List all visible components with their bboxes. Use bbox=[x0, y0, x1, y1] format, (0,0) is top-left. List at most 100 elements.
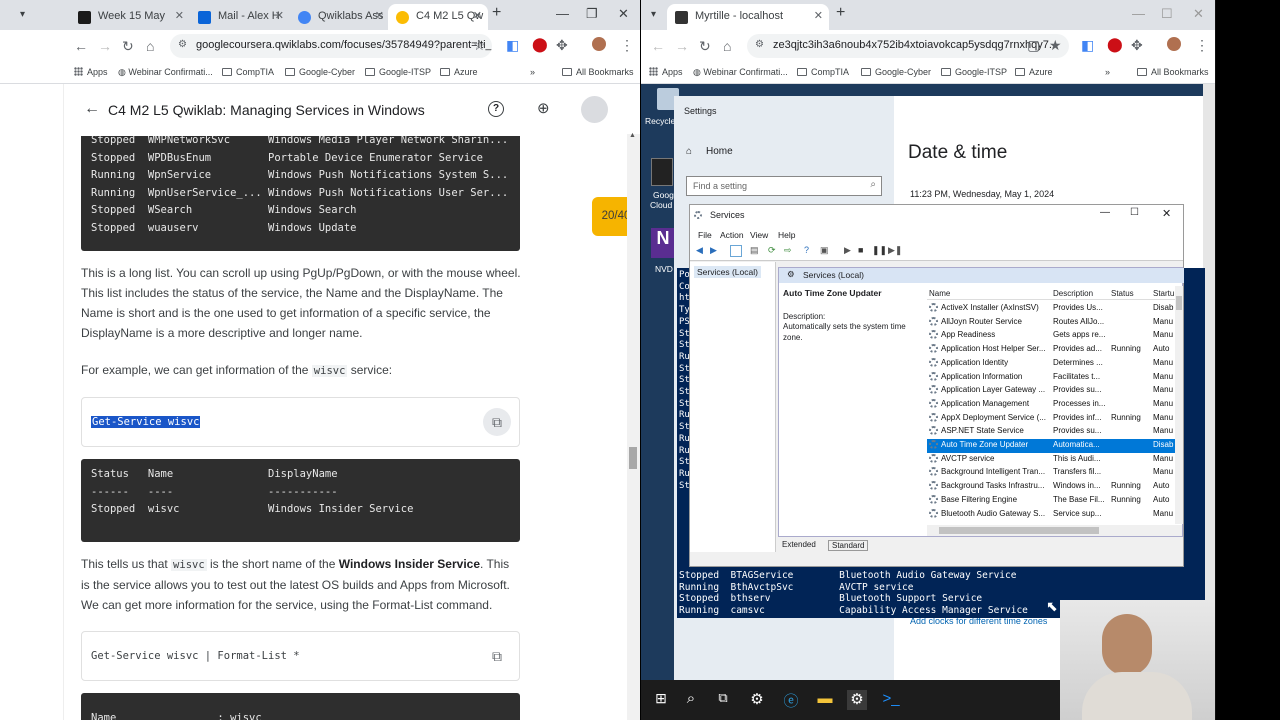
bookmark-star-icon[interactable]: ☆ bbox=[473, 37, 486, 54]
extensions-icon[interactable]: ✥ bbox=[556, 37, 568, 54]
site-info-icon[interactable]: ⚙ bbox=[178, 39, 187, 50]
reload-icon[interactable]: ↻ bbox=[699, 38, 711, 55]
more-bookmarks-icon[interactable]: » bbox=[1105, 67, 1110, 77]
menu-help[interactable]: Help bbox=[778, 230, 795, 240]
maximize-button[interactable]: ☐ bbox=[1161, 6, 1173, 22]
bookmark-comptia[interactable]: CompTIA bbox=[222, 67, 274, 77]
service-row[interactable]: Base Filtering Engine The Base Fil... Runn… bbox=[927, 494, 1182, 508]
bookmark-webinar[interactable]: ◍ Webinar Confirmati... bbox=[118, 67, 213, 78]
nvda-icon[interactable]: N bbox=[651, 228, 675, 258]
reload-icon[interactable]: ↻ bbox=[122, 38, 134, 55]
properties-icon[interactable]: ▤ bbox=[750, 245, 759, 256]
show-tree-icon[interactable] bbox=[730, 245, 742, 257]
tab-search-icon[interactable]: ▾ bbox=[651, 9, 656, 20]
pause-service-icon[interactable]: ❚❚ bbox=[872, 245, 887, 256]
bookmark-google-cyber[interactable]: Google-Cyber bbox=[285, 67, 355, 77]
tab-week15[interactable]: Week 15 May ✕ bbox=[70, 4, 190, 30]
service-row[interactable]: App Readiness Gets apps re... Manu bbox=[927, 329, 1182, 343]
settings-home[interactable]: Home bbox=[706, 146, 733, 157]
bookmark-star-icon[interactable]: ★ bbox=[1049, 37, 1062, 54]
opera-extension-icon[interactable]: ⬤ bbox=[532, 36, 548, 53]
start-service-icon[interactable]: ▶ bbox=[844, 245, 851, 256]
back-icon[interactable]: ← bbox=[651, 38, 665, 54]
bookmark-apps[interactable]: Apps bbox=[649, 67, 683, 77]
more-bookmarks-icon[interactable]: » bbox=[530, 67, 535, 77]
forward-icon[interactable]: → bbox=[675, 38, 689, 54]
bookmark-google-itsp[interactable]: Google-ITSP bbox=[365, 67, 431, 77]
translate-icon[interactable]: ◧ bbox=[1081, 37, 1094, 54]
service-row[interactable]: Application Information Facilitates t... M… bbox=[927, 371, 1182, 385]
profile-avatar[interactable] bbox=[1167, 37, 1181, 51]
forward-icon[interactable]: → bbox=[98, 38, 112, 54]
maximize-button[interactable]: ❐ bbox=[586, 6, 598, 22]
col-description[interactable]: Description bbox=[1053, 289, 1093, 298]
bookmark-azure[interactable]: Azure bbox=[440, 67, 478, 77]
profile-avatar[interactable] bbox=[592, 37, 606, 51]
export-icon[interactable]: ⇨ bbox=[784, 245, 792, 256]
close-icon[interactable]: ✕ bbox=[473, 9, 482, 22]
close-icon[interactable]: ✕ bbox=[175, 9, 184, 22]
col-startup[interactable]: Startu bbox=[1153, 289, 1174, 298]
services-vscrollbar[interactable] bbox=[1175, 286, 1183, 524]
scrollbar-thumb[interactable] bbox=[629, 447, 637, 469]
scrollbar-thumb[interactable] bbox=[1176, 296, 1182, 310]
bookmark-apps[interactable]: Apps bbox=[74, 67, 108, 77]
tab-active-lab[interactable]: C4 M2 L5 Qw ✕ bbox=[388, 4, 488, 30]
bookmark-webinar[interactable]: ◍ Webinar Confirmati... bbox=[693, 67, 788, 78]
back-arrow-icon[interactable]: ← bbox=[84, 100, 100, 118]
service-row[interactable]: Application Host Helper Ser... Provides a… bbox=[927, 343, 1182, 357]
address-bar[interactable]: ⚙ ze3qjtc3ih3a6noub4x752ib4xtoiavokcap5ys… bbox=[747, 34, 1069, 58]
translate-icon[interactable]: ◧ bbox=[506, 37, 519, 54]
search-icon[interactable]: ⌕ bbox=[681, 690, 701, 710]
service-row[interactable]: Application Layer Gateway ... Provides su… bbox=[927, 384, 1182, 398]
tab-mail[interactable]: Mail - Alex H ✕ bbox=[190, 4, 290, 30]
forward-icon[interactable]: ▶ bbox=[710, 245, 717, 256]
minimize-button[interactable]: — bbox=[1132, 6, 1145, 21]
tab-standard[interactable]: Standard bbox=[828, 540, 869, 551]
language-globe-icon[interactable]: ⊕ bbox=[537, 99, 550, 117]
service-row[interactable]: AppX Deployment Service (... Provides inf… bbox=[927, 412, 1182, 426]
tab-myrtille[interactable]: Myrtille - localhost ✕ bbox=[667, 4, 829, 30]
minimize-button[interactable]: — bbox=[556, 6, 569, 21]
back-icon[interactable]: ← bbox=[74, 38, 88, 54]
code-text[interactable]: Get-Service wisvc bbox=[91, 416, 201, 428]
help-icon[interactable]: ? bbox=[488, 101, 504, 117]
menu-view[interactable]: View bbox=[750, 230, 768, 240]
windows-start-icon[interactable]: ⊞ bbox=[651, 690, 671, 710]
share-icon[interactable]: ▢ bbox=[1027, 37, 1040, 54]
new-tab-button[interactable]: + bbox=[836, 4, 845, 22]
service-row[interactable]: Background Intelligent Tran... Transfers … bbox=[927, 466, 1182, 480]
extensions-icon[interactable]: ✥ bbox=[1131, 37, 1143, 54]
copy-button[interactable]: ⧉ bbox=[483, 642, 511, 670]
all-bookmarks[interactable]: All Bookmarks bbox=[562, 67, 634, 77]
bookmark-comptia[interactable]: CompTIA bbox=[797, 67, 849, 77]
home-icon[interactable]: ⌂ bbox=[723, 38, 731, 54]
refresh-icon[interactable]: ⟳ bbox=[768, 245, 776, 256]
close-icon[interactable]: ✕ bbox=[375, 9, 384, 22]
bookmark-google-cyber[interactable]: Google-Cyber bbox=[861, 67, 931, 77]
close-window-button[interactable]: ✕ bbox=[618, 6, 629, 22]
help-icon[interactable]: ? bbox=[804, 245, 809, 255]
back-icon[interactable]: ◀ bbox=[696, 245, 703, 256]
services-taskbar-icon[interactable]: ⚙ bbox=[847, 690, 867, 710]
close-button[interactable]: ✕ bbox=[1162, 207, 1171, 220]
settings-gear-icon[interactable]: ⚙ bbox=[747, 690, 767, 710]
close-window-button[interactable]: ✕ bbox=[1193, 6, 1204, 22]
task-view-icon[interactable]: ⧉ bbox=[713, 690, 733, 710]
service-row[interactable]: Application Identity Determines ... Manu bbox=[927, 357, 1182, 371]
scroll-up-icon[interactable]: ▲ bbox=[629, 132, 636, 139]
service-row[interactable]: Background Tasks Infrastru... Windows in.… bbox=[927, 480, 1182, 494]
service-row[interactable]: Application Management Processes in... Man… bbox=[927, 398, 1182, 412]
opera-extension-icon[interactable]: ⬤ bbox=[1107, 36, 1123, 53]
user-avatar[interactable] bbox=[581, 96, 608, 123]
cloud-shell-icon[interactable] bbox=[651, 158, 673, 186]
menu-icon[interactable]: ⋮ bbox=[620, 37, 634, 54]
home-icon[interactable]: ⌂ bbox=[146, 38, 154, 54]
bookmark-azure[interactable]: Azure bbox=[1015, 67, 1053, 77]
stop-service-icon[interactable]: ■ bbox=[858, 245, 863, 255]
address-bar[interactable]: ⚙ googlecoursera.qwiklabs.com/focuses/357… bbox=[170, 34, 492, 58]
tab-extended[interactable]: Extended bbox=[782, 540, 816, 549]
service-row[interactable]: ActiveX Installer (AxInstSV) Provides Us.… bbox=[927, 302, 1182, 316]
powershell-icon[interactable]: >_ bbox=[881, 690, 901, 710]
menu-action[interactable]: Action bbox=[720, 230, 744, 240]
